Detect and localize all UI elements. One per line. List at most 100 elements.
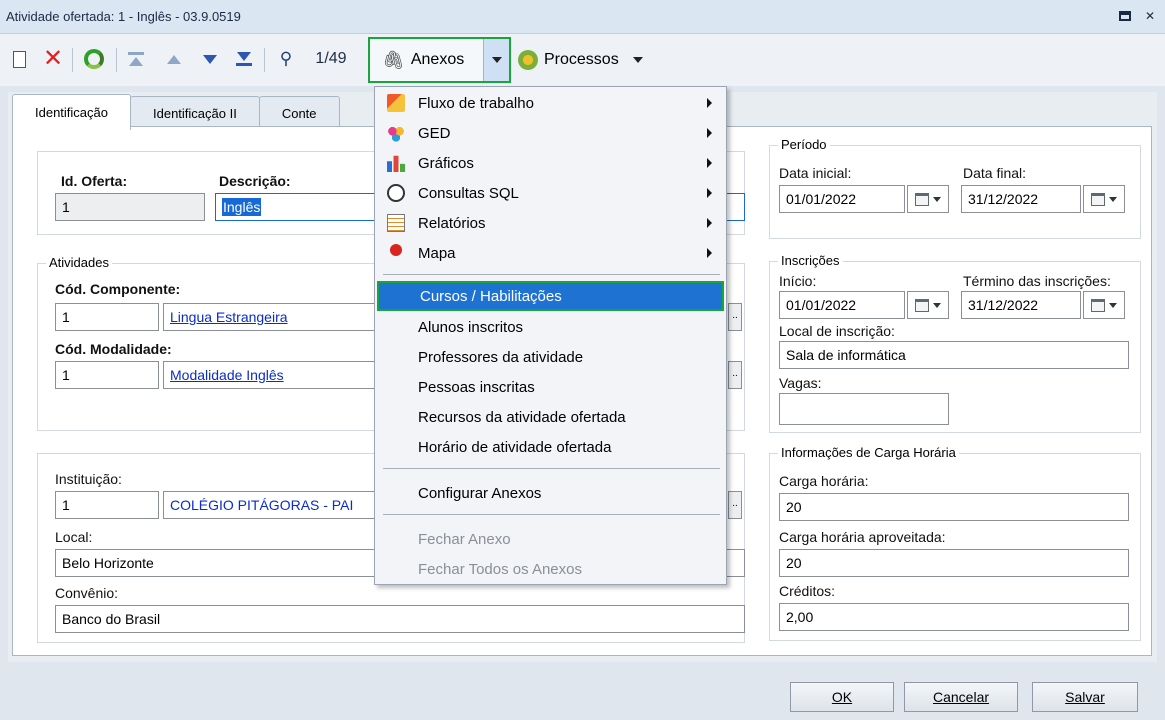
local-inscricao-label: Local de inscrição: bbox=[779, 323, 895, 339]
creditos-label: Créditos: bbox=[779, 583, 836, 599]
inicio-picker[interactable] bbox=[907, 291, 949, 319]
creditos-field[interactable]: 2,00 bbox=[779, 603, 1129, 631]
vagas-field[interactable] bbox=[779, 393, 949, 425]
termino-picker[interactable] bbox=[1083, 291, 1125, 319]
cod-componente-field[interactable]: 1 bbox=[55, 303, 159, 331]
menu-separator bbox=[383, 274, 720, 275]
menu-item-alunos-inscritos[interactable]: Alunos inscritos bbox=[377, 313, 724, 341]
menu-item-horario[interactable]: Horário de atividade ofertada bbox=[377, 433, 724, 461]
bar-chart-icon bbox=[387, 155, 405, 172]
first-record-icon bbox=[129, 57, 143, 66]
close-icon[interactable]: ✕ bbox=[1143, 9, 1157, 23]
ok-button[interactable]: OK bbox=[790, 682, 894, 712]
local-label: Local: bbox=[55, 529, 93, 545]
instituicao-lookup-button[interactable]: .. bbox=[728, 491, 742, 519]
id-oferta-field[interactable]: 1 bbox=[55, 193, 205, 221]
instituicao-label: Instituição: bbox=[55, 471, 122, 487]
salvar-button[interactable]: Salvar bbox=[1032, 682, 1138, 712]
componente-lookup-button[interactable]: .. bbox=[728, 303, 742, 331]
cod-componente-label: Cód. Componente: bbox=[55, 281, 181, 297]
chevron-down-icon bbox=[1109, 302, 1117, 308]
chevron-down-icon bbox=[491, 57, 502, 63]
tab-identificacao-ii[interactable]: Identificação II bbox=[130, 96, 260, 130]
cod-modalidade-field[interactable]: 1 bbox=[55, 361, 159, 389]
next-record-button[interactable] bbox=[198, 44, 222, 74]
menu-item-relatorios[interactable]: Relatórios bbox=[377, 209, 724, 237]
instituicao-code-field[interactable]: 1 bbox=[55, 491, 159, 519]
paperclip-icon: 🖇 bbox=[382, 49, 405, 70]
tab-conteudo[interactable]: Conte bbox=[258, 96, 340, 130]
menu-item-ged[interactable]: GED bbox=[377, 119, 724, 147]
chevron-right-icon bbox=[707, 158, 712, 168]
restore-icon[interactable] bbox=[1119, 11, 1131, 21]
carga-horaria-field[interactable]: 20 bbox=[779, 493, 1129, 521]
anexos-dropdown-button[interactable] bbox=[483, 39, 509, 81]
tab-bar: Identificação Identificação II Conte bbox=[12, 94, 340, 130]
menu-item-consultas-sql[interactable]: Consultas SQL bbox=[377, 179, 724, 207]
workflow-icon bbox=[387, 94, 405, 112]
inscricoes-title: Inscrições bbox=[778, 253, 843, 268]
convenio-field[interactable]: Banco do Brasil bbox=[55, 605, 745, 633]
modalidade-lookup-button[interactable]: .. bbox=[728, 361, 742, 389]
toolbar-separator bbox=[264, 48, 265, 72]
menu-item-mapa[interactable]: Mapa bbox=[377, 239, 724, 267]
data-inicial-picker[interactable] bbox=[907, 185, 949, 213]
refresh-icon bbox=[84, 49, 104, 69]
descricao-label: Descrição: bbox=[219, 173, 291, 189]
calendar-icon bbox=[915, 298, 929, 312]
last-record-button[interactable] bbox=[232, 44, 256, 74]
data-inicial-field[interactable]: 01/01/2022 bbox=[779, 185, 905, 213]
cancelar-button[interactable]: Cancelar bbox=[904, 682, 1018, 712]
atividades-title: Atividades bbox=[46, 255, 112, 270]
menu-item-cursos-habilitacoes[interactable]: Cursos / Habilitações bbox=[377, 281, 724, 311]
record-counter: 1/49 bbox=[315, 50, 347, 67]
chevron-right-icon bbox=[707, 98, 712, 108]
carga-aproveitada-label: Carga horária aproveitada: bbox=[779, 529, 946, 545]
instituicao-name-field[interactable]: COLÉGIO PITÁGORAS - PAI bbox=[163, 491, 383, 519]
toolbar-separator bbox=[116, 48, 117, 72]
refresh-button[interactable] bbox=[80, 44, 108, 74]
processos-button[interactable]: Processos bbox=[518, 44, 643, 76]
search-button[interactable]: ⚲ bbox=[274, 44, 298, 74]
id-oferta-label: Id. Oferta: bbox=[61, 173, 128, 189]
modalidade-link[interactable]: Modalidade Inglês bbox=[163, 361, 383, 389]
window-title: Atividade ofertada: 1 - Inglês - 03.9.05… bbox=[6, 9, 241, 24]
menu-item-fluxo[interactable]: Fluxo de trabalho bbox=[377, 89, 724, 117]
data-inicial-label: Data inicial: bbox=[779, 165, 852, 181]
anexos-label: Anexos bbox=[410, 51, 465, 68]
termino-field[interactable]: 31/12/2022 bbox=[961, 291, 1081, 319]
binoculars-icon: ⚲ bbox=[279, 49, 293, 68]
menu-item-recursos[interactable]: Recursos da atividade ofertada bbox=[377, 403, 724, 431]
first-record-button[interactable] bbox=[124, 44, 148, 74]
window-titlebar: Atividade ofertada: 1 - Inglês - 03.9.05… bbox=[0, 0, 1165, 34]
report-icon bbox=[387, 214, 405, 232]
data-final-field[interactable]: 31/12/2022 bbox=[961, 185, 1081, 213]
new-button[interactable] bbox=[8, 44, 30, 74]
calendar-icon bbox=[1091, 298, 1105, 312]
periodo-title: Período bbox=[778, 137, 830, 152]
sql-query-icon bbox=[387, 184, 405, 202]
chevron-right-icon bbox=[707, 128, 712, 138]
anexos-button[interactable]: 🖇 Anexos bbox=[368, 37, 511, 83]
menu-item-pessoas-inscritas[interactable]: Pessoas inscritas bbox=[377, 373, 724, 401]
chevron-right-icon bbox=[707, 218, 712, 228]
componente-link[interactable]: Lingua Estrangeira bbox=[163, 303, 383, 331]
termino-label: Término das inscrições: bbox=[963, 273, 1111, 289]
vagas-label: Vagas: bbox=[779, 375, 822, 391]
previous-record-button[interactable] bbox=[162, 44, 186, 74]
menu-item-graficos[interactable]: Gráficos bbox=[377, 149, 724, 177]
convenio-label: Convênio: bbox=[55, 585, 119, 601]
chevron-down-icon bbox=[632, 57, 643, 63]
data-final-label: Data final: bbox=[963, 165, 1027, 181]
delete-icon: ✕ bbox=[42, 45, 64, 72]
menu-item-fechar-anexo: Fechar Anexo bbox=[418, 530, 511, 548]
tab-identificacao[interactable]: Identificação bbox=[12, 94, 131, 130]
menu-item-professores[interactable]: Professores da atividade bbox=[377, 343, 724, 371]
delete-button[interactable]: ✕ bbox=[40, 44, 66, 74]
inicio-field[interactable]: 01/01/2022 bbox=[779, 291, 905, 319]
data-final-picker[interactable] bbox=[1083, 185, 1125, 213]
chevron-down-icon bbox=[1109, 196, 1117, 202]
local-inscricao-field[interactable]: Sala de informática bbox=[779, 341, 1129, 369]
menu-item-configurar-anexos[interactable]: Configurar Anexos bbox=[377, 479, 724, 507]
carga-aproveitada-field[interactable]: 20 bbox=[779, 549, 1129, 577]
